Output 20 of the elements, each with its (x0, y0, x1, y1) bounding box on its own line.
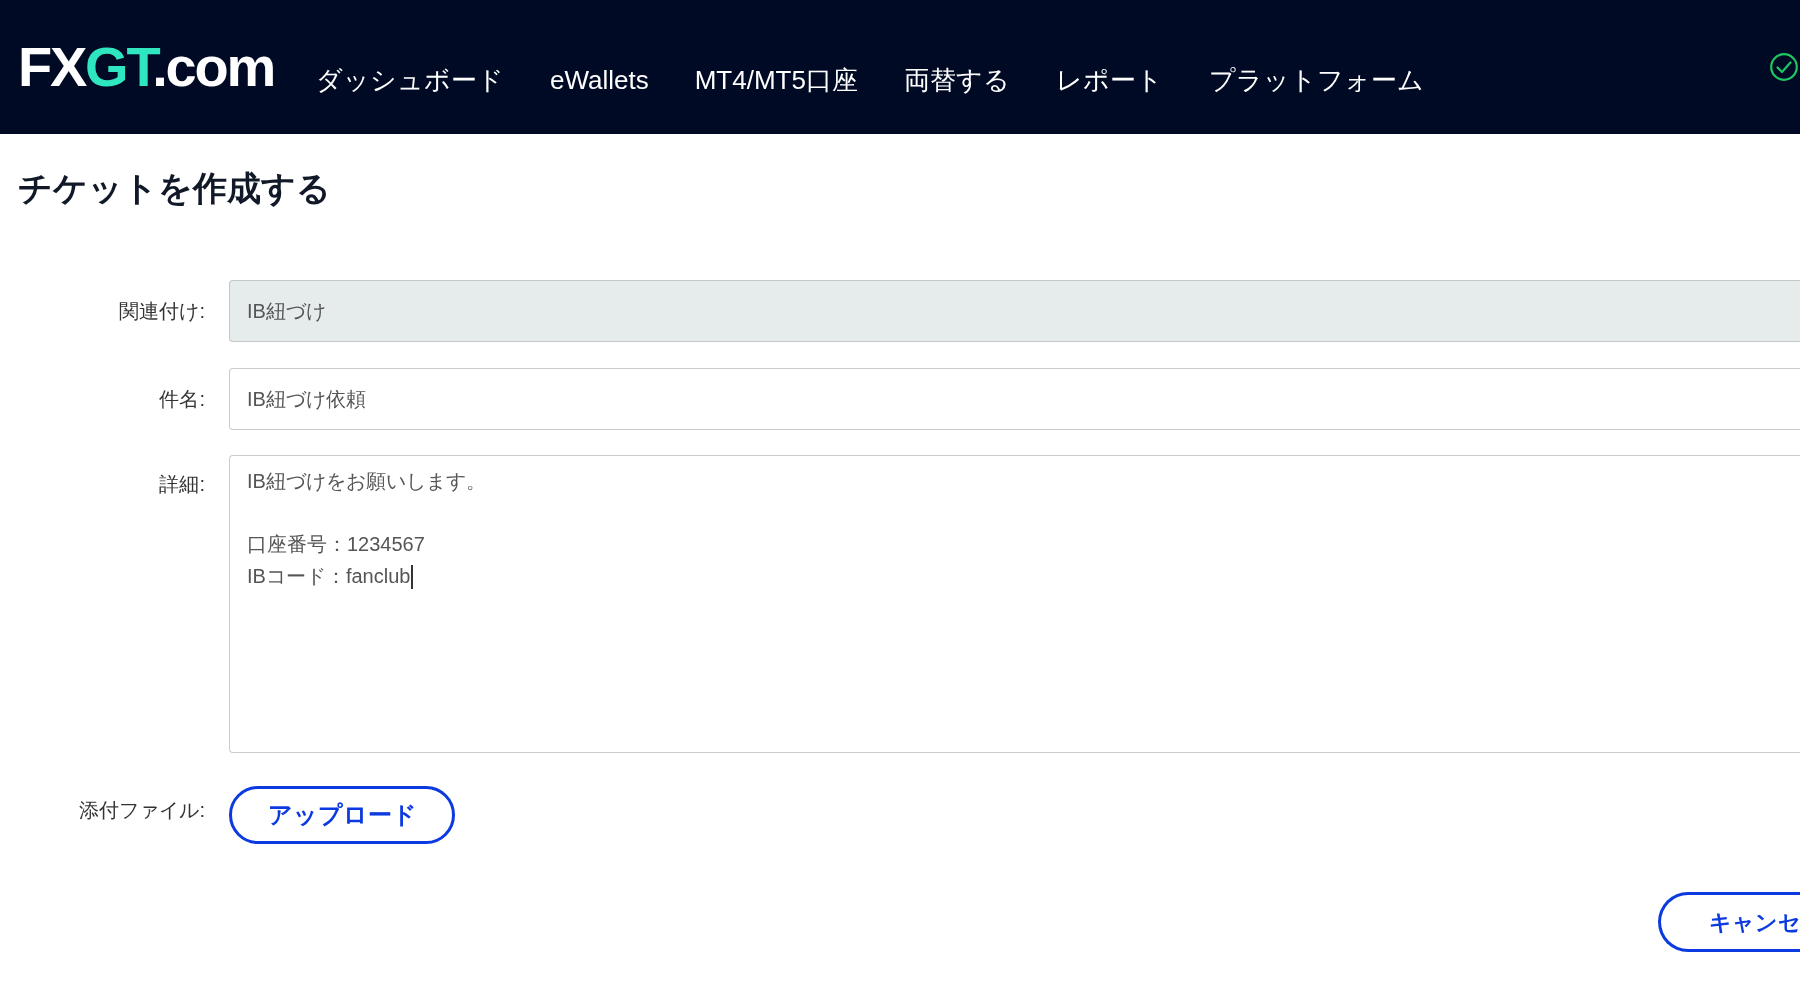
nav-link[interactable]: eWallets (549, 64, 649, 96)
field-label: 件名: (159, 387, 205, 412)
text-line: IBコード：fanclub (247, 564, 411, 587)
textarea-field[interactable]: IB紐づけをお願いします。 口座番号：1234567 IBコード：fanclub (229, 455, 1800, 753)
text-line: IB紐づけをお願いします。 (247, 470, 486, 492)
logo[interactable]: FXGT.com (18, 39, 274, 95)
field-label: 詳細: (159, 472, 205, 497)
cancel-button[interactable]: キャンセ (1658, 892, 1800, 952)
text-line: 口座番号：1234567 (247, 533, 425, 555)
input-field[interactable]: IB紐づけ依頼 (229, 368, 1800, 430)
nav-link[interactable]: レポート (1055, 64, 1163, 96)
upload-button[interactable]: アップロード (229, 786, 455, 844)
nav-link[interactable]: プラットフォーム (1208, 64, 1424, 96)
field-label: 添付ファイル: (79, 798, 205, 823)
nav-link[interactable]: 両替する (903, 64, 1010, 96)
check-circle-icon (1770, 53, 1798, 81)
nav-link[interactable]: MT4/MT5口座 (694, 64, 858, 96)
field-label: 関連付け: (119, 299, 205, 324)
nav-link[interactable]: ダッシュボード (315, 64, 504, 96)
page-title: チケットを作成する (18, 168, 332, 208)
